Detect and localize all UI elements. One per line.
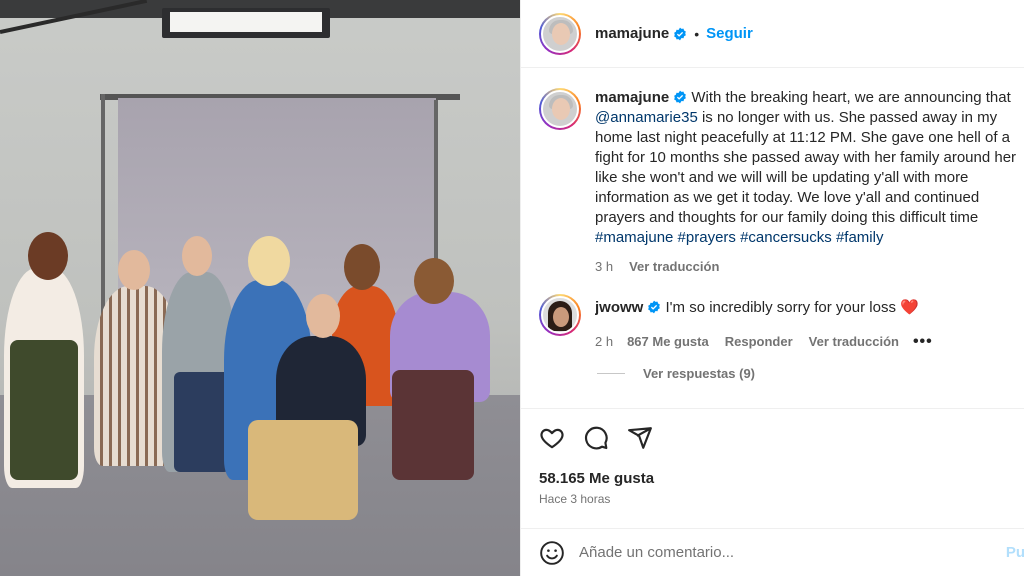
share-icon[interactable] xyxy=(627,425,653,451)
person-3-head xyxy=(182,236,212,276)
verified-badge-icon xyxy=(674,90,687,104)
reply-respond-button[interactable]: Responder xyxy=(725,332,793,352)
person-1-head xyxy=(28,232,68,280)
post-age: Hace 3 horas xyxy=(539,492,611,506)
post-photo[interactable] xyxy=(0,0,520,576)
reply-time: 2 h xyxy=(595,334,614,349)
caption-time: 3 h xyxy=(595,259,614,274)
verified-badge-icon xyxy=(648,300,661,314)
studio-light xyxy=(162,8,330,38)
author-avatar[interactable] xyxy=(539,12,581,55)
caption-translate-button[interactable]: Ver traducción xyxy=(629,257,719,277)
person-1-pants xyxy=(10,340,78,480)
caption-meta: 3 h Ver traducción xyxy=(595,257,1024,277)
view-replies-label: Ver respuestas (9) xyxy=(643,366,756,381)
view-replies-button[interactable]: Ver respuestas (9) xyxy=(597,366,755,381)
mention-link[interactable]: @annamarie35 xyxy=(595,109,698,126)
publish-button[interactable]: Pu xyxy=(1006,544,1024,561)
person-7-pants xyxy=(248,420,358,520)
reply-text: jwoww I'm so incredibly sorry for your l… xyxy=(595,294,1024,352)
action-bar xyxy=(521,408,1024,466)
reply-translate-button[interactable]: Ver traducción xyxy=(809,332,899,352)
caption: mamajune With the breaking heart, we are… xyxy=(539,88,1024,277)
reply-avatar[interactable] xyxy=(539,294,581,336)
reply-body: I'm so incredibly sorry for your loss xyxy=(665,299,896,316)
person-5-head xyxy=(344,244,380,290)
caption-avatar[interactable] xyxy=(539,88,581,130)
person-4-head xyxy=(248,236,290,286)
hashtags[interactable]: #mamajune #prayers #cancersucks #family xyxy=(595,228,1024,248)
heart-icon[interactable] xyxy=(539,425,565,451)
comment-composer: Pu xyxy=(521,528,1024,576)
reply-meta: 2 h 867 Me gusta Responder Ver traducció… xyxy=(595,332,1024,352)
heart-emoji: ❤️ xyxy=(900,299,919,316)
person-2-head xyxy=(118,250,150,290)
caption-text: mamajune With the breaking heart, we are… xyxy=(595,88,1024,277)
reply-author[interactable]: jwoww xyxy=(595,299,643,316)
replies-divider xyxy=(597,373,625,374)
reply-comment: jwoww I'm so incredibly sorry for your l… xyxy=(539,294,1024,352)
comment-icon[interactable] xyxy=(583,425,609,451)
person-6-head xyxy=(414,258,454,304)
reply-likes[interactable]: 867 Me gusta xyxy=(627,332,709,352)
post-panel: mamajune • Seguir mamajune With the brea… xyxy=(520,0,1024,576)
likes-count[interactable]: 58.165 Me gusta xyxy=(539,470,654,487)
caption-author[interactable]: mamajune xyxy=(595,89,669,106)
caption-line-6: information as we get it today. We love … xyxy=(595,189,980,206)
person-6-pants xyxy=(392,370,474,480)
caption-line-1: With the breaking heart, we are announci… xyxy=(691,89,1011,106)
person-7-head xyxy=(306,294,340,338)
caption-line-5: like she won't and we will will be updat… xyxy=(595,169,969,186)
comment-input[interactable] xyxy=(579,544,959,561)
post-header: mamajune • Seguir xyxy=(521,0,1024,68)
caption-line-2: is no longer with us. She passed away in… xyxy=(697,109,998,126)
caption-line-7: prayers and thoughts for our family doin… xyxy=(595,209,979,226)
verified-badge-icon xyxy=(674,27,687,40)
author-username[interactable]: mamajune xyxy=(595,25,669,42)
separator-dot: • xyxy=(694,25,700,42)
caption-line-3: home last night peacefully at 11:12 PM. … xyxy=(595,129,1010,146)
caption-line-4: fight for 10 months she passed away with… xyxy=(595,149,1017,166)
follow-button[interactable]: Seguir xyxy=(706,25,753,42)
emoji-icon[interactable] xyxy=(539,540,565,566)
more-options-icon[interactable]: ••• xyxy=(913,332,933,352)
person-3-jeans xyxy=(174,372,230,472)
